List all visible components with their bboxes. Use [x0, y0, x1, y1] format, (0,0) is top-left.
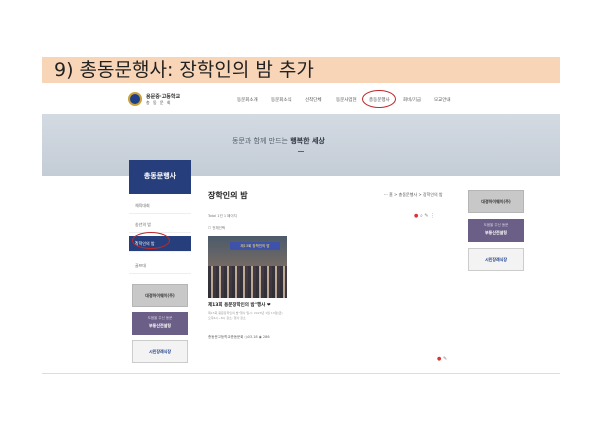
sidebar-item-label: 송년의 밤 [135, 222, 151, 227]
logo-association-name[interactable]: 총 동 문 회 [146, 100, 172, 106]
more-icon[interactable]: ⋮ [430, 213, 435, 219]
banner-sublabel: 도움을 주신 동문 [147, 316, 173, 320]
post-meta: 총동문고등학교총동문회 ◷03.18 ◉ 286 [208, 335, 270, 339]
nav-item-news[interactable]: 동문회소식 [271, 97, 292, 103]
board-toolbar: ● ⌕ ✎ ⋮ [414, 213, 435, 219]
banner-label: 부동산전설팅 [148, 323, 172, 328]
right-banner-daekyung[interactable]: 대경하이웨이(주) [468, 190, 524, 213]
new-post-icon[interactable]: ● [414, 213, 418, 219]
hero-slogan-bold: 행복한 세상 [290, 137, 325, 145]
sidebar-title: 총동문행사 [143, 172, 177, 180]
hero-divider [298, 151, 304, 152]
nav-item-groups[interactable]: 선착단체 [305, 97, 322, 103]
sidebar-banner-realestate[interactable]: 도움을 주신 동문 부동산전설팅 [132, 312, 188, 335]
thumbnail-banner-text: 제13회 장학인의 밤 [240, 244, 270, 248]
sidebar-banner-funeral[interactable]: 시민장례식장 [132, 340, 188, 363]
post-count: Total 1건 1 페이지 [208, 214, 237, 218]
sidebar-banner-daekyung[interactable]: 대경하이웨이(주) [132, 284, 188, 307]
banner-sublabel: 도움을 주신 동문 [483, 223, 509, 227]
search-icon[interactable]: ⌕ [420, 213, 423, 219]
post-description: 제13회 용문장학인의 밤"행사 일시: 2023년 1월 13일(금) 오후6… [208, 311, 283, 320]
sidebar-highlight-circle [132, 232, 170, 249]
sidebar-item-golf[interactable]: 골프대 [129, 258, 191, 274]
nav-item-business[interactable]: 동문사업현 [336, 97, 357, 103]
website-screenshot: 용문중·고등학교 총 동 문 회 동문회소개 동문회소식 선착단체 동문사업현 … [42, 86, 560, 374]
sidebar-title-box: 총동문행사 [129, 160, 191, 194]
nav-item-fees[interactable]: 회비/기금 [403, 97, 421, 103]
banner-label: 대경하이웨이(주) [145, 293, 175, 298]
nav-item-about[interactable]: 동문회소개 [237, 97, 258, 103]
page-title: 장학인의 밤 [208, 191, 248, 200]
sidebar-item-year-end[interactable]: 송년의 밤 [129, 217, 191, 233]
write-icon[interactable]: ✎ [443, 356, 447, 362]
sidebar-item-label: 골프대 [135, 263, 147, 268]
hero-banner: 동문과 함께 만드는 행복한 세상 [42, 114, 560, 176]
thumbnail-banner: 제13회 장학인의 밤 [230, 242, 280, 250]
write-icon[interactable]: ✎ [424, 213, 428, 219]
select-all-label: 전체선택 [212, 226, 226, 230]
slide-heading-bar: 9) 총동문행사: 장학인의 밤 추가 [42, 57, 560, 83]
hero-slogan: 동문과 함께 만드는 행복한 세상 [232, 136, 325, 146]
bottom-toolbar: ● ✎ [437, 356, 447, 362]
new-post-icon[interactable]: ● [437, 356, 441, 362]
nav-highlight-circle [362, 90, 396, 108]
breadcrumb[interactable]: ··· 홈 > 총동문행사 > 장학인의 밤 [384, 192, 443, 198]
sidebar-item-sports-day[interactable]: 체육대회 [129, 198, 191, 214]
right-banner-realestate[interactable]: 도움을 주신 동문 부동산전설팅 [468, 219, 524, 242]
slide-heading: 9) 총동문행사: 장학인의 밤 추가 [54, 59, 314, 81]
slide: 9) 총동문행사: 장학인의 밤 추가 용문중·고등학교 총 동 문 회 동문회… [0, 0, 600, 424]
top-navigation: 용문중·고등학교 총 동 문 회 동문회소개 동문회소식 선착단체 동문사업현 … [42, 86, 560, 114]
hero-slogan-pre: 동문과 함께 만드는 [232, 137, 291, 145]
logo-school-name[interactable]: 용문중·고등학교 [146, 93, 180, 100]
banner-label: 대경하이웨이(주) [481, 199, 511, 204]
banner-label: 시민장례식장 [484, 257, 508, 262]
post-title[interactable]: 제13회 용문장학인의 밤"행사 ❤ [208, 302, 271, 308]
banner-label: 시민장례식장 [148, 349, 172, 354]
select-all-checkbox[interactable]: ☐ 전체선택 [208, 226, 225, 231]
post-thumbnail[interactable]: 제13회 장학인의 밤 [208, 236, 287, 298]
sidebar-item-label: 체육대회 [135, 203, 150, 208]
banner-label: 부동산전설팅 [484, 230, 508, 235]
thumbnail-crowd [208, 266, 287, 298]
nav-item-school-info[interactable]: 모교안내 [434, 97, 451, 103]
right-banner-funeral[interactable]: 시민장례식장 [468, 248, 524, 271]
school-logo-icon[interactable] [128, 92, 142, 106]
